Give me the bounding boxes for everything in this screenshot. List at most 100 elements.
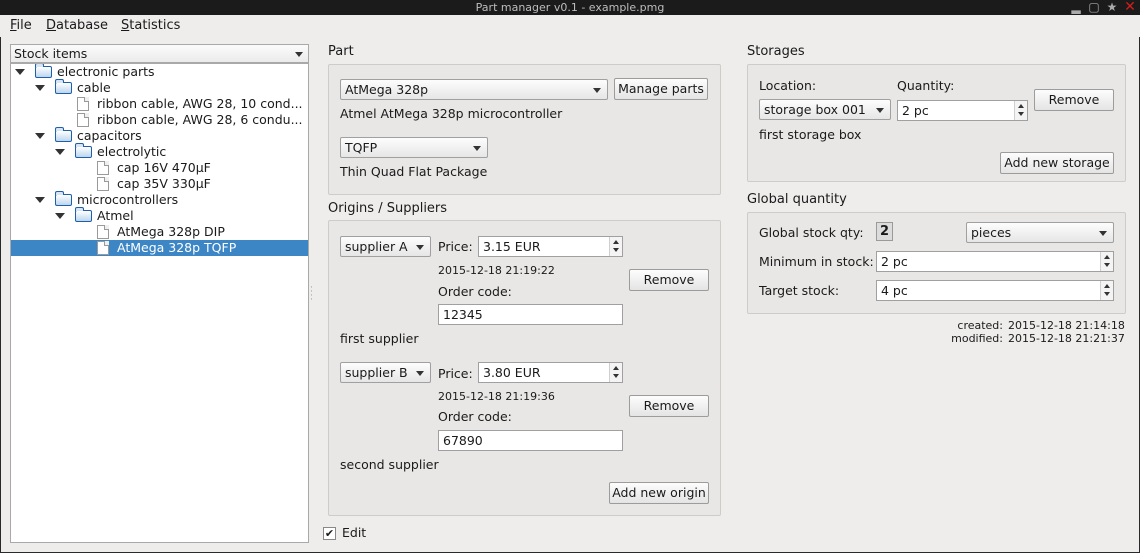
supplier-b-price-input[interactable]: 3.80 EUR xyxy=(478,362,623,383)
minimum-stock-label: Minimum in stock: xyxy=(759,254,874,269)
chevron-down-icon xyxy=(416,245,424,250)
order-code-label: Order code: xyxy=(438,409,512,424)
tree-item-label: cap 35V 330µF xyxy=(117,176,211,191)
tree-item[interactable]: AtMega 328p TQFP xyxy=(11,240,308,256)
target-stock-value: 4 pc xyxy=(881,283,908,298)
spin-buttons[interactable] xyxy=(1100,281,1113,300)
spin-buttons[interactable] xyxy=(1014,101,1027,120)
storage-quantity-input[interactable]: 2 pc xyxy=(897,100,1028,121)
order-code-label: Order code: xyxy=(438,284,512,299)
tree-item-label: cable xyxy=(77,80,111,95)
package-description: Thin Quad Flat Package xyxy=(340,164,488,179)
expand-arrow-icon[interactable] xyxy=(15,69,25,75)
maximize-icon[interactable]: ▢ xyxy=(1086,0,1102,15)
spin-buttons[interactable] xyxy=(609,363,622,382)
storage-remove-button[interactable]: Remove xyxy=(1034,89,1114,111)
supplier-b-select[interactable]: supplier B xyxy=(340,362,431,383)
add-new-storage-button[interactable]: Add new storage xyxy=(1000,152,1114,174)
tree-folder[interactable]: electrolytic xyxy=(11,143,308,160)
folder-icon xyxy=(75,143,92,158)
tree-item-label: microcontrollers xyxy=(77,192,179,207)
global-stock-qty-value: 2 xyxy=(876,222,893,241)
edit-label: Edit xyxy=(342,525,367,540)
folder-icon xyxy=(55,79,72,94)
chevron-down-icon xyxy=(593,88,601,93)
package-select[interactable]: TQFP xyxy=(340,137,488,158)
manage-parts-button[interactable]: Manage parts xyxy=(614,78,708,100)
part-description: Atmel AtMega 328p microcontroller xyxy=(340,106,563,121)
expand-arrow-icon[interactable] xyxy=(35,197,45,203)
storage-location-select[interactable]: storage box 001 xyxy=(759,99,891,120)
stock-tree[interactable]: electronic parts cable ribbon cable, AWG 2… xyxy=(10,63,309,543)
tree-folder[interactable]: cable xyxy=(11,79,308,96)
tree-folder[interactable]: microcontrollers xyxy=(11,191,308,208)
tree-item[interactable]: cap 16V 470µF xyxy=(11,160,308,176)
edit-checkbox[interactable]: ✔ xyxy=(323,527,336,540)
supplier-a-remove-button[interactable]: Remove xyxy=(629,269,709,291)
supplier-a-note: first supplier xyxy=(340,331,419,346)
pin-icon[interactable]: ★ xyxy=(1104,0,1120,15)
modified-value: 2015-12-18 21:21:37 xyxy=(1008,332,1125,345)
supplier-a-price-input[interactable]: 3.15 EUR xyxy=(478,236,623,257)
supplier-b-order-code-input[interactable]: 67890 xyxy=(438,430,623,451)
add-new-origin-button[interactable]: Add new origin xyxy=(609,482,709,504)
minimize-icon[interactable]: ▂ xyxy=(1068,0,1084,15)
spin-buttons[interactable] xyxy=(609,237,622,256)
tree-item-label: electronic parts xyxy=(57,64,155,79)
modified-label: modified: xyxy=(951,332,1003,345)
tree-item-label: capacitors xyxy=(77,128,142,143)
tree-item[interactable]: ribbon cable, AWG 28, 6 condu... xyxy=(11,112,308,128)
splitter-handle[interactable]: · · · · xyxy=(310,284,313,305)
spin-buttons[interactable] xyxy=(1100,252,1113,271)
window-titlebar: Part manager v0.1 - example.pmg ▂ ▢ ★ ✕ xyxy=(0,0,1140,15)
tree-item-label: cap 16V 470µF xyxy=(117,160,211,175)
expand-arrow-icon[interactable] xyxy=(35,85,45,91)
package-select-value: TQFP xyxy=(345,140,378,155)
chevron-down-icon xyxy=(295,52,303,57)
menu-statistics[interactable]: Statistics xyxy=(121,18,180,33)
created-label: created: xyxy=(957,319,1003,332)
global-stock-qty-label: Global stock qty: xyxy=(759,225,864,240)
folder-icon xyxy=(75,207,92,222)
menu-file[interactable]: File xyxy=(10,18,32,33)
target-stock-input[interactable]: 4 pc xyxy=(876,280,1114,301)
expand-arrow-icon[interactable] xyxy=(55,213,65,219)
price-label: Price: xyxy=(438,366,473,381)
unit-select-value: pieces xyxy=(971,225,1012,240)
supplier-b-note: second supplier xyxy=(340,457,439,472)
menubar: File Database Statistics xyxy=(0,15,1140,37)
window-title: Part manager v0.1 - example.pmg xyxy=(475,1,665,14)
minimum-stock-value: 2 pc xyxy=(881,254,908,269)
supplier-b-remove-button[interactable]: Remove xyxy=(629,395,709,417)
chevron-down-icon xyxy=(876,108,884,113)
tree-item-label: ribbon cable, AWG 28, 6 condu... xyxy=(97,112,303,127)
menu-database[interactable]: Database xyxy=(46,18,108,33)
expand-arrow-icon[interactable] xyxy=(35,133,45,139)
supplier-a-select[interactable]: supplier A xyxy=(340,236,431,257)
tree-item[interactable]: ribbon cable, AWG 28, 10 cond... xyxy=(11,96,308,112)
price-label: Price: xyxy=(438,239,473,254)
supplier-b-name: supplier B xyxy=(345,365,408,380)
created-value: 2015-12-18 21:14:18 xyxy=(1008,319,1125,332)
document-icon xyxy=(77,113,89,127)
minimum-stock-input[interactable]: 2 pc xyxy=(876,251,1114,272)
supplier-a-order-code-input[interactable]: 12345 xyxy=(438,304,623,325)
supplier-b-date: 2015-12-18 21:19:36 xyxy=(438,390,555,403)
supplier-a-name: supplier A xyxy=(345,239,408,254)
expand-arrow-icon[interactable] xyxy=(55,149,65,155)
global-group-title: Global quantity xyxy=(747,192,847,207)
tree-folder[interactable]: capacitors xyxy=(11,127,308,144)
tree-item-label: AtMega 328p DIP xyxy=(117,224,225,239)
part-select[interactable]: AtMega 328p xyxy=(340,79,608,100)
tree-item[interactable]: AtMega 328p DIP xyxy=(11,224,308,240)
document-icon xyxy=(97,161,109,175)
unit-select[interactable]: pieces xyxy=(966,222,1114,243)
document-icon xyxy=(97,241,109,255)
tree-item[interactable]: cap 35V 330µF xyxy=(11,176,308,192)
supplier-a-date: 2015-12-18 21:19:22 xyxy=(438,264,555,277)
tree-folder[interactable]: Atmel xyxy=(11,207,308,224)
part-group-title: Part xyxy=(328,44,354,59)
tree-folder[interactable]: electronic parts xyxy=(11,64,308,80)
stock-items-header[interactable]: Stock items xyxy=(10,44,309,63)
close-icon[interactable]: ✕ xyxy=(1122,0,1138,15)
